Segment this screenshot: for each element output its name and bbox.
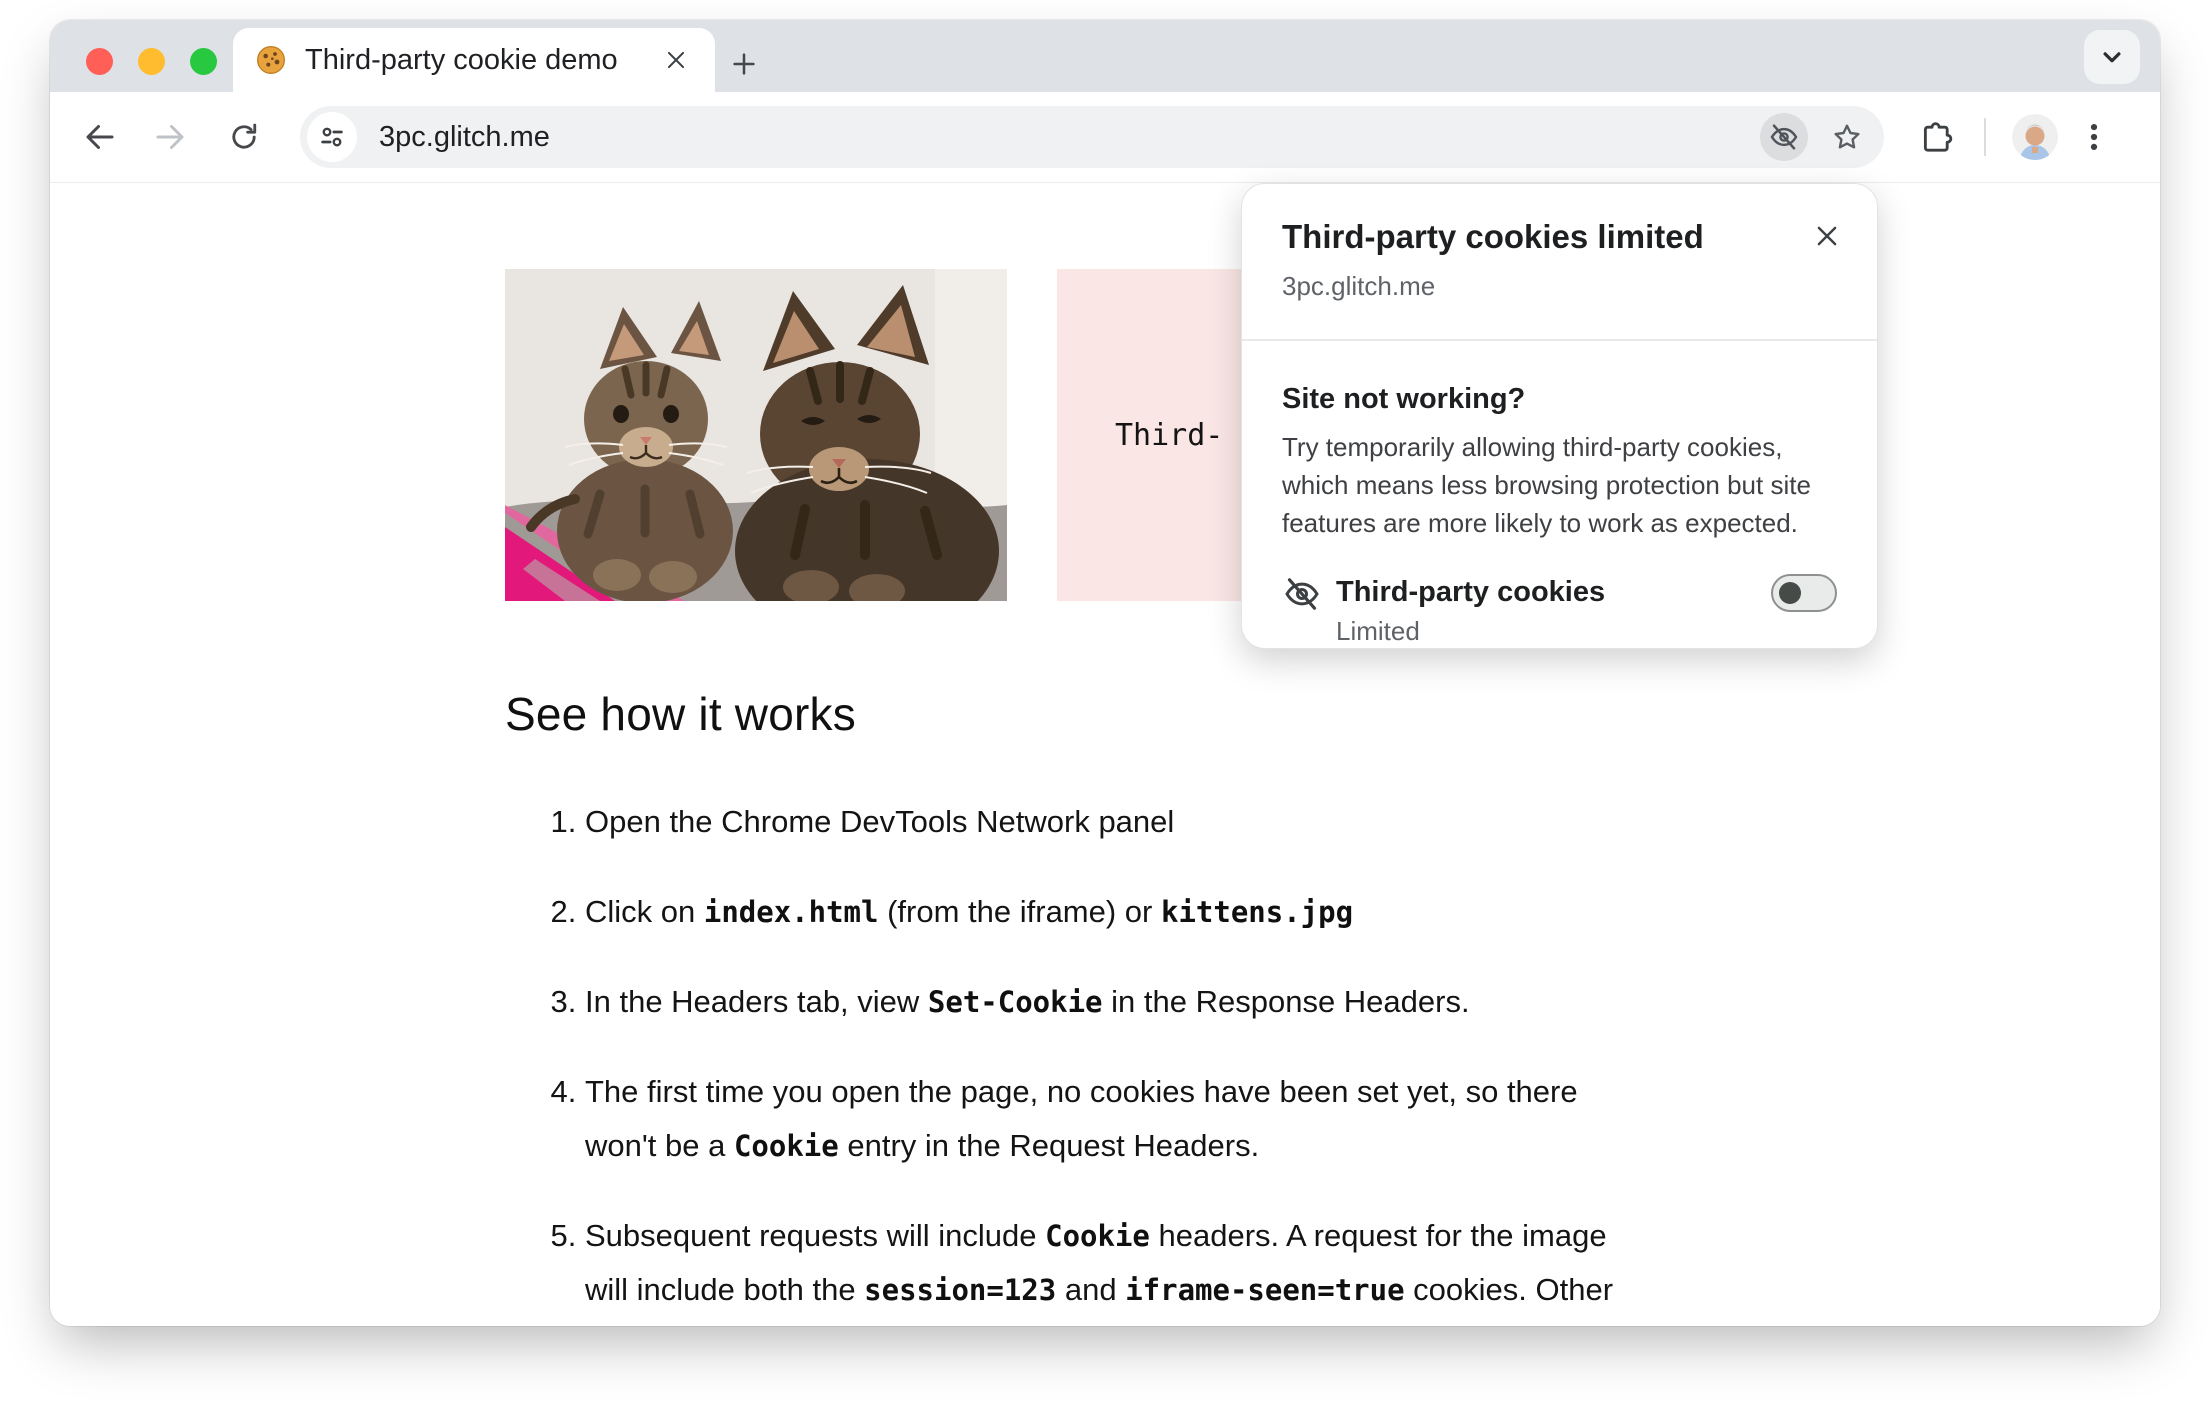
fullscreen-window-button[interactable]	[190, 48, 217, 75]
list-text: (from the iframe) or	[878, 894, 1161, 929]
eye-crossed-icon	[1768, 121, 1800, 153]
tune-icon	[317, 122, 347, 152]
tab-search-button[interactable]	[2084, 30, 2140, 84]
third-party-cookies-popup: Third-party cookies limited 3pc.glitch.m…	[1241, 183, 1878, 649]
popup-body-text: Try temporarily allowing third-party coo…	[1282, 432, 1811, 538]
back-arrow-icon	[82, 119, 118, 155]
close-tab-button[interactable]	[659, 43, 693, 77]
tab-strip: Third-party cookie demo	[50, 20, 2160, 92]
list-item: The first time you open the page, no coo…	[585, 1065, 1625, 1173]
new-tab-button[interactable]	[722, 42, 766, 86]
profile-avatar[interactable]	[2012, 114, 2058, 160]
reload-icon	[227, 120, 261, 154]
setting-status: Limited	[1336, 616, 1420, 646]
setting-texts: Third-party cookies Limited	[1336, 572, 1605, 647]
list-item: Click on index.html (from the iframe) or…	[585, 885, 1625, 939]
tab-title: Third-party cookie demo	[305, 43, 618, 76]
popup-close-button[interactable]	[1805, 214, 1849, 258]
avatar-image	[2012, 114, 2058, 160]
three-dot-icon	[2077, 120, 2111, 154]
inline-code: Cookie	[733, 1129, 839, 1163]
list-text: Subsequent requests will include	[585, 1218, 1046, 1253]
list-text: and	[1056, 1272, 1126, 1307]
list-text: Open the Chrome DevTools Network panel	[585, 804, 1175, 839]
list-text: Click on	[585, 894, 704, 929]
list-text: in the Response Headers.	[1102, 984, 1470, 1019]
popup-origin: 3pc.glitch.me	[1282, 271, 1436, 301]
list-text: In the Headers tab, view	[585, 984, 928, 1019]
bookmark-button[interactable]	[1826, 116, 1868, 158]
popup-header: Third-party cookies limited 3pc.glitch.m…	[1242, 184, 1877, 302]
chrome-menu-button[interactable]	[2074, 117, 2114, 157]
inline-code: index.html	[703, 895, 879, 929]
list-item: Subsequent requests will include Cookie …	[585, 1209, 1625, 1326]
kittens-image	[505, 269, 1007, 601]
list-item: Open the Chrome DevTools Network panel	[585, 795, 1625, 849]
popup-section: Site not working? Try temporarily allowi…	[1242, 341, 1877, 542]
close-window-button[interactable]	[86, 48, 113, 75]
forward-arrow-icon	[152, 119, 188, 155]
address-bar[interactable]: 3pc.glitch.me	[300, 106, 1884, 168]
macos-traffic-lights	[86, 48, 217, 75]
toolbar-divider	[1984, 118, 1986, 156]
third-party-cookies-toggle[interactable]	[1771, 574, 1837, 612]
inline-code: Cookie	[1045, 1219, 1150, 1253]
chevron-down-icon	[2097, 42, 2127, 72]
cookie-favicon	[255, 44, 287, 76]
minimize-window-button[interactable]	[138, 48, 165, 75]
toolbar: 3pc.glitch.me	[50, 92, 2160, 182]
url-text[interactable]: 3pc.glitch.me	[379, 121, 1760, 154]
inline-code: kittens.jpg	[1160, 895, 1354, 929]
puzzle-icon	[1919, 120, 1953, 154]
list-text: entry in the Request Headers.	[838, 1128, 1260, 1163]
eye-crossed-icon	[1282, 574, 1322, 614]
cookies-setting-row: Third-party cookies Limited	[1242, 572, 1877, 647]
back-button[interactable]	[80, 117, 120, 157]
setting-label: Third-party cookies	[1336, 576, 1606, 608]
extensions-button[interactable]	[1916, 117, 1956, 157]
third-party-cookies-blocked-button[interactable]	[1760, 113, 1808, 161]
inline-code: session=123	[864, 1273, 1057, 1307]
inline-code: iframe-seen=true	[1125, 1273, 1405, 1307]
toggle-knob	[1779, 582, 1801, 604]
popup-title: Third-party cookies limited	[1282, 218, 1704, 255]
popup-subheading: Site not working?	[1282, 383, 1526, 415]
site-settings-button[interactable]	[307, 112, 357, 162]
list-item: In the Headers tab, view Set-Cookie in t…	[585, 975, 1625, 1029]
inline-code: Set-Cookie	[927, 985, 1103, 1019]
reload-button[interactable]	[224, 117, 264, 157]
page-title: See how it works	[505, 688, 856, 740]
howto-list: Open the Chrome DevTools Network panel Cl…	[505, 795, 1625, 1326]
star-icon	[1831, 121, 1863, 153]
close-icon	[1812, 221, 1842, 251]
active-tab[interactable]: Third-party cookie demo	[233, 28, 715, 92]
iframe-text: Third-	[1115, 417, 1224, 453]
forward-button[interactable]	[150, 117, 190, 157]
